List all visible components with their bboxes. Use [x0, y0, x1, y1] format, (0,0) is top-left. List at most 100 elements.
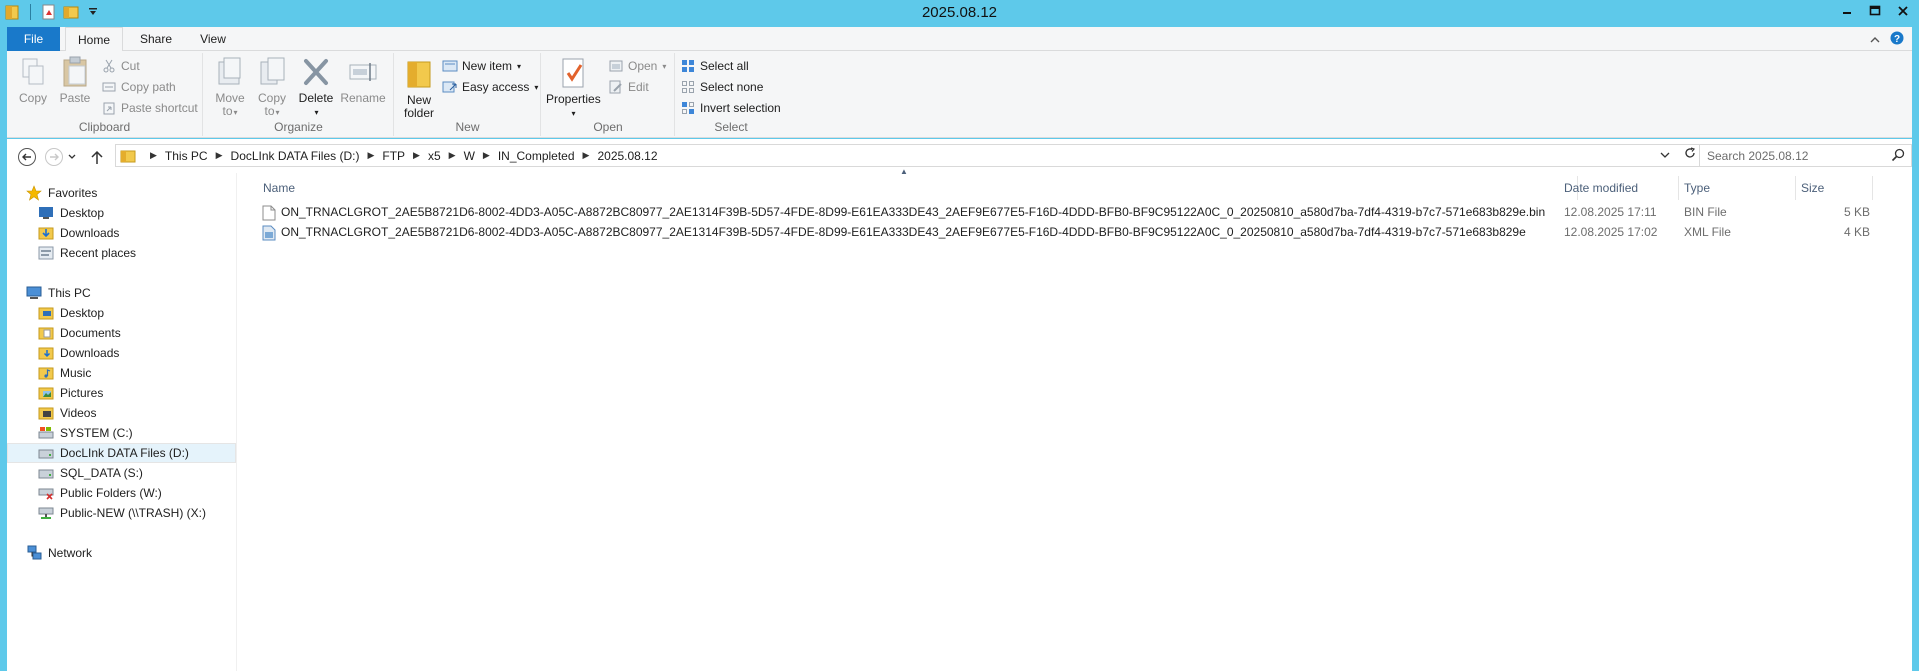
new-item-button[interactable]: New item ▾ — [442, 57, 521, 75]
column-header-date-modified[interactable]: Date modified — [1559, 176, 1679, 200]
copy-to-button[interactable]: Copy to▾ — [252, 56, 292, 119]
address-history-chevron-icon[interactable] — [1660, 148, 1670, 162]
new-folder-button[interactable]: New folder — [399, 58, 439, 120]
copy-path-button[interactable]: Copy path — [101, 78, 176, 96]
file-date: 12.08.2025 17:02 — [1564, 225, 1658, 239]
collapse-ribbon-icon[interactable] — [1870, 32, 1880, 47]
breadcrumb-in-completed[interactable]: IN_Completed — [498, 149, 575, 163]
back-button[interactable] — [15, 145, 39, 169]
easy-access-button[interactable]: Easy access ▾ — [442, 78, 538, 96]
minimize-button[interactable] — [1833, 0, 1861, 22]
new-group: New folder New item ▾ Easy access ▾ New — [395, 53, 541, 136]
cut-button[interactable]: Cut — [101, 57, 140, 75]
divider — [30, 4, 31, 20]
properties-icon — [557, 57, 589, 89]
properties-icon[interactable] — [41, 3, 57, 21]
nav-this-pc[interactable]: This PC — [26, 283, 91, 303]
breadcrumb-ftp[interactable]: FTP — [382, 149, 405, 163]
tab-home[interactable]: Home — [65, 27, 123, 52]
edit-button[interactable]: Edit — [608, 78, 649, 96]
open-group: Properties ▾ Open ▾ Edit Open — [542, 53, 675, 136]
breadcrumb-separator-icon[interactable]: ▶ — [150, 150, 157, 161]
tab-view[interactable]: View — [187, 27, 239, 51]
help-icon[interactable]: ? — [1890, 31, 1904, 48]
breadcrumb-this-pc[interactable]: This PC — [165, 149, 208, 163]
nav-pc-system-c[interactable]: SYSTEM (C:) — [38, 423, 133, 443]
column-header-size[interactable]: Size — [1796, 176, 1873, 200]
clipboard-group: Copy Paste Cut Copy path Paste shortcut … — [7, 53, 203, 136]
up-button[interactable] — [85, 145, 109, 169]
navigation-bar: ▶ This PC ▶ DocLInk DATA Files (D:) ▶ FT… — [7, 139, 1912, 173]
clipboard-group-label: Clipboard — [78, 120, 131, 134]
explorer-window: 2025.08.12 File Home Share View ? Copy P… — [0, 0, 1919, 671]
file-row[interactable]: ON_TRNACLGROT_2AE5B8721D6-8002-4DD3-A05C… — [244, 223, 1884, 243]
open-button[interactable]: Open ▾ — [608, 57, 666, 75]
paste-shortcut-icon — [101, 100, 117, 116]
folder-app-icon[interactable] — [4, 3, 20, 21]
customize-toolbar-icon[interactable] — [85, 3, 101, 21]
paste-shortcut-button[interactable]: Paste shortcut — [101, 99, 198, 117]
nav-network[interactable]: Network — [26, 543, 92, 563]
nav-pc-doclink-d[interactable]: DocLInk DATA Files (D:) — [7, 443, 236, 463]
column-header-type[interactable]: Type — [1679, 176, 1796, 200]
nav-favorites[interactable]: Favorites — [26, 183, 97, 203]
downloads-folder-icon — [38, 345, 54, 361]
rename-button[interactable]: Rename — [340, 56, 386, 105]
select-none-button[interactable]: Select none — [680, 78, 763, 96]
network-icon — [26, 545, 42, 561]
tab-file[interactable]: File — [7, 27, 60, 51]
ribbon-tabs: File Home Share View ? — [7, 27, 1912, 52]
copy-button[interactable]: Copy — [13, 56, 53, 105]
nav-favorites-downloads[interactable]: Downloads — [38, 223, 119, 243]
downloads-icon — [38, 225, 54, 241]
nav-pc-music[interactable]: Music — [38, 363, 91, 383]
nav-pc-desktop[interactable]: Desktop — [38, 303, 104, 323]
select-none-icon — [680, 79, 696, 95]
close-button[interactable] — [1889, 0, 1917, 22]
nav-pc-pictures[interactable]: Pictures — [38, 383, 103, 403]
clipboard-icon — [59, 56, 91, 88]
nav-pc-videos[interactable]: Videos — [38, 403, 96, 423]
documents-folder-icon — [38, 325, 54, 341]
breadcrumb-separator-icon[interactable]: ▶ — [367, 150, 374, 161]
breadcrumb-x5[interactable]: x5 — [428, 149, 441, 163]
address-bar[interactable]: ▶ This PC ▶ DocLInk DATA Files (D:) ▶ FT… — [115, 144, 1701, 167]
recent-locations-chevron-icon[interactable] — [65, 145, 79, 169]
maximize-button[interactable] — [1861, 0, 1889, 22]
breadcrumb-current[interactable]: 2025.08.12 — [597, 149, 657, 163]
invert-selection-button[interactable]: Invert selection — [680, 99, 781, 117]
nav-pc-downloads[interactable]: Downloads — [38, 343, 119, 363]
nav-favorites-recent-places[interactable]: Recent places — [38, 243, 136, 263]
properties-button[interactable]: Properties ▾ — [546, 57, 601, 120]
select-all-button[interactable]: Select all — [680, 57, 749, 75]
breadcrumb-separator-icon[interactable]: ▶ — [216, 150, 223, 161]
file-row[interactable]: ON_TRNACLGROT_2AE5B8721D6-8002-4DD3-A05C… — [244, 203, 1884, 223]
search-icon[interactable] — [1891, 148, 1905, 165]
nav-pc-documents[interactable]: Documents — [38, 323, 121, 343]
move-to-button[interactable]: Move to▾ — [210, 56, 250, 119]
breadcrumb-separator-icon[interactable]: ▶ — [483, 150, 490, 161]
tab-share[interactable]: Share — [130, 27, 182, 51]
file-type: XML File — [1684, 225, 1731, 239]
breadcrumb-separator-icon[interactable]: ▶ — [413, 150, 420, 161]
nav-favorites-desktop[interactable]: Desktop — [38, 203, 104, 223]
paste-button[interactable]: Paste — [55, 56, 95, 105]
refresh-icon[interactable] — [1684, 147, 1696, 162]
breadcrumb-d-drive[interactable]: DocLInk DATA Files (D:) — [231, 149, 360, 163]
forward-button[interactable] — [42, 145, 66, 169]
column-header-name[interactable]: Name — [258, 176, 1578, 200]
nav-pc-public-new-x[interactable]: Public-NEW (\\TRASH) (X:) — [38, 503, 206, 523]
select-all-icon — [680, 58, 696, 74]
rename-icon — [347, 56, 379, 88]
search-input[interactable]: Search 2025.08.12 — [1699, 144, 1912, 167]
videos-folder-icon — [38, 405, 54, 421]
nav-pc-sql-data-s[interactable]: SQL_DATA (S:) — [38, 463, 143, 483]
new-folder-icon[interactable] — [63, 3, 79, 21]
nav-pc-public-folders-w[interactable]: Public Folders (W:) — [38, 483, 162, 503]
new-item-icon — [442, 58, 458, 74]
delete-button[interactable]: Delete ▾ — [296, 56, 336, 119]
breadcrumb-separator-icon[interactable]: ▶ — [583, 150, 590, 161]
recent-places-icon — [38, 245, 54, 261]
breadcrumb-w[interactable]: W — [464, 149, 475, 163]
breadcrumb-separator-icon[interactable]: ▶ — [449, 150, 456, 161]
